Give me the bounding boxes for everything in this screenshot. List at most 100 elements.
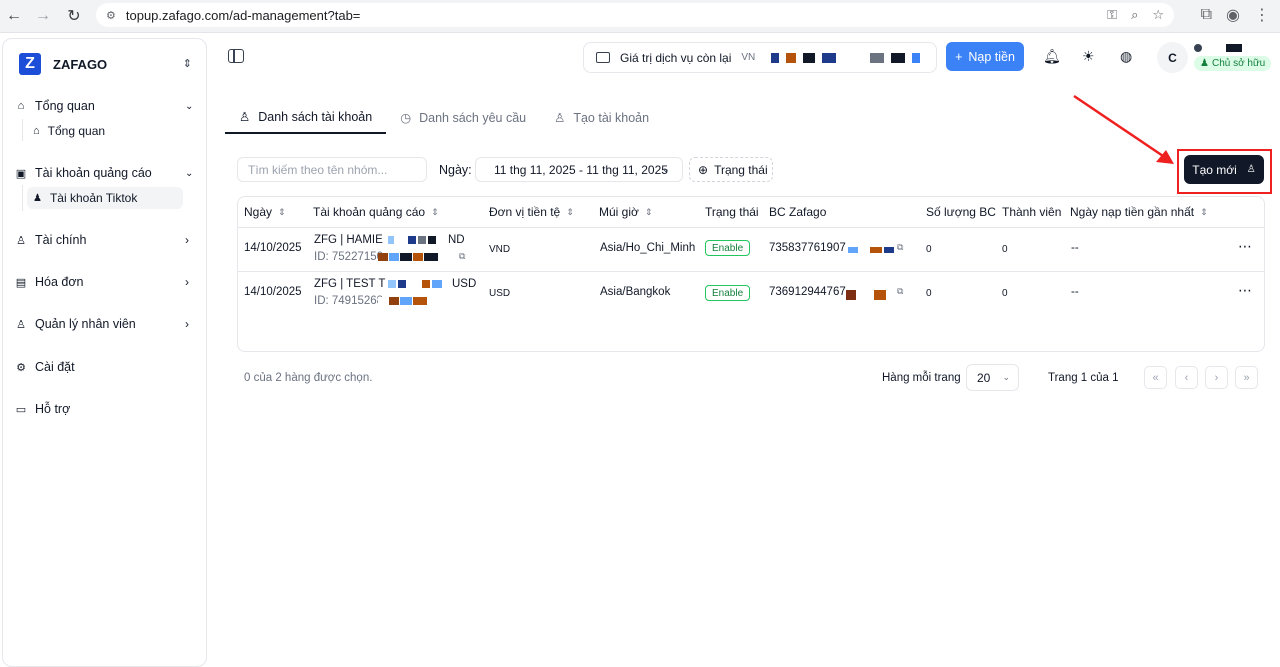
cell-bc-count: 0 — [926, 288, 932, 299]
back-icon[interactable]: ← — [0, 2, 28, 30]
box-icon: ▣ — [15, 167, 27, 180]
redacted-bc — [848, 247, 894, 253]
accounts-table: Ngày ⇕ Tài khoản quảng cáo ⇕ Đơn vị tiền t… — [237, 196, 1265, 352]
col-header-currency[interactable]: Đơn vị tiền tệ ⇕ — [489, 205, 574, 219]
redacted-account-id — [378, 297, 427, 305]
chevron-right-icon: › — [185, 317, 189, 331]
sidebar-item-support[interactable]: ▭ Hỗ trợ — [15, 402, 71, 416]
wallet-icon — [596, 52, 610, 63]
cell-members: 0 — [1002, 244, 1008, 255]
status-filter-button[interactable]: ⊕ Trạng thái — [689, 157, 773, 182]
receipt-icon: ▤ — [15, 276, 27, 289]
redacted-account-id — [378, 253, 438, 261]
home-icon: ⌂ — [17, 100, 25, 112]
page-indicator: Trang 1 của 1 — [1048, 372, 1119, 384]
bell-icon[interactable]: 🔔︎ — [1043, 48, 1061, 65]
wallet-icon: ♙ — [16, 234, 26, 247]
browser-toolbar: ← → ↻ ⚙ topup.zafago.com/ad-management?t… — [0, 0, 1280, 33]
extensions-icon[interactable]: ⧉ — [1201, 6, 1212, 24]
brand-switcher[interactable]: Z ZAFAGO ⇕ — [3, 39, 206, 89]
site-settings-icon[interactable]: ⚙ — [106, 9, 116, 22]
sidebar-item-overview[interactable]: ⌂ Tổng quan ⌄ — [15, 99, 195, 113]
chevron-right-icon: › — [185, 233, 189, 247]
sidebar-item-settings[interactable]: ⚙ Cài đặt — [15, 360, 75, 374]
sidebar-item-label: Cài đặt — [35, 360, 75, 374]
create-new-button[interactable]: Tạo mới ♙ — [1184, 155, 1264, 184]
cell-timezone: Asia/Ho_Chi_Minh — [600, 242, 696, 254]
user-cog-icon: ♙ — [16, 318, 26, 331]
nav-divider — [22, 119, 23, 141]
topup-label: Nạp tiền — [968, 49, 1015, 64]
menu-icon[interactable]: ⋮ — [1254, 5, 1270, 25]
sidebar-item-label: Tổng quan — [35, 99, 95, 113]
rows-per-page-select[interactable]: 20 ⌄ — [966, 364, 1019, 391]
copy-icon[interactable]: ⧉ — [897, 242, 903, 253]
profile-icon[interactable]: ◉ — [1226, 5, 1240, 25]
tab-account-list[interactable]: ♙ Danh sách tài khoản — [225, 101, 387, 134]
sidebar-toggle-icon[interactable] — [228, 49, 244, 63]
reload-icon[interactable]: ↻ — [60, 2, 88, 30]
message-icon: ▭ — [15, 403, 27, 416]
redacted-account — [388, 280, 442, 288]
sidebar-subitem-overview[interactable]: ⌂ Tổng quan — [33, 124, 105, 138]
nav-divider — [22, 185, 23, 211]
tab-request-list[interactable]: ◷ Danh sách yêu cầu — [386, 101, 540, 134]
cell-members: 0 — [1002, 288, 1008, 299]
address-bar[interactable]: ⚙ topup.zafago.com/ad-management?tab= ⚿ … — [96, 3, 1174, 27]
zoom-icon[interactable]: ⌕ — [1131, 7, 1138, 23]
chevron-down-icon: ⌄ — [185, 100, 194, 112]
tab-create-account[interactable]: ♙ Tạo tài khoản — [540, 101, 663, 134]
prev-page-button[interactable]: ‹ — [1175, 366, 1198, 389]
first-page-button[interactable]: « — [1144, 366, 1167, 389]
copy-icon[interactable]: ⧉ — [459, 251, 465, 262]
brand-logo: Z — [19, 53, 41, 75]
sort-icon: ⇕ — [278, 206, 286, 217]
topup-button[interactable]: + Nạp tiền — [946, 42, 1024, 71]
selected-count: 0 của 2 hàng được chọn. — [244, 372, 373, 384]
key-icon[interactable]: ⚿ — [1107, 7, 1117, 23]
users-icon: ♟ — [1200, 58, 1209, 69]
globe-icon[interactable]: ◍ — [1120, 48, 1132, 65]
col-header-account[interactable]: Tài khoản quảng cáo ⇕ — [313, 205, 439, 219]
row-divider — [238, 271, 1264, 272]
sidebar-item-staff[interactable]: ♙ Quản lý nhân viên › — [15, 317, 195, 331]
last-page-button[interactable]: » — [1235, 366, 1258, 389]
sidebar-item-label: Tài chính — [35, 233, 87, 247]
redacted-bc — [846, 290, 886, 300]
col-header-timezone[interactable]: Múi giờ ⇕ — [599, 205, 652, 219]
cell-date: 14/10/2025 — [244, 242, 302, 254]
home-icon: ⌂ — [33, 125, 40, 137]
star-icon[interactable]: ☆ — [1152, 7, 1164, 23]
more-actions-icon[interactable]: ⋯ — [1238, 238, 1253, 255]
avatar[interactable]: C — [1157, 42, 1188, 73]
cell-bc: 735837761907 — [769, 242, 846, 254]
sidebar-item-label: Hóa đơn — [35, 275, 84, 289]
user-plus-icon: ♙ — [554, 111, 566, 125]
copy-icon[interactable]: ⧉ — [897, 286, 903, 297]
sidebar-item-ad-accounts[interactable]: ▣ Tài khoản quảng cáo ⌄ — [15, 166, 195, 180]
forward-icon[interactable]: → — [29, 2, 57, 30]
chevron-down-icon: ⌄ — [661, 164, 670, 175]
sidebar-subitem-label: Tổng quan — [47, 124, 106, 138]
sidebar-item-finance[interactable]: ♙ Tài chính › — [15, 233, 195, 247]
sidebar-item-invoices[interactable]: ▤ Hóa đơn › — [15, 275, 195, 289]
chevron-down-icon: ⌄ — [1002, 372, 1010, 382]
cell-account-id: ID: 75227150 — [314, 251, 384, 263]
balance-label: Giá trị dịch vụ còn lại — [620, 50, 732, 65]
more-actions-icon[interactable]: ⋯ — [1238, 282, 1253, 299]
sort-icon: ⇕ — [566, 206, 574, 217]
date-range-picker[interactable]: 11 thg 11, 2025 - 11 thg 11, 2025 ⌄ — [475, 157, 683, 182]
next-page-button[interactable]: › — [1205, 366, 1228, 389]
search-input[interactable] — [237, 157, 427, 182]
user-icon: ♙ — [239, 110, 251, 124]
cell-account-suffix: ND — [448, 234, 465, 246]
date-label: Ngày: — [439, 163, 472, 177]
brand-name: ZAFAGO — [53, 56, 108, 72]
sun-icon[interactable]: ☀ — [1082, 48, 1095, 65]
sidebar-subitem-tiktok[interactable]: ♟ Tài khoản Tiktok — [33, 191, 137, 205]
chevron-down-icon: ⌄ — [185, 167, 194, 179]
redacted-account — [388, 236, 436, 244]
cell-bc-count: 0 — [926, 244, 932, 255]
col-header-date[interactable]: Ngày ⇕ — [244, 205, 286, 219]
col-header-last-topup[interactable]: Ngày nạp tiền gần nhất ⇕ — [1070, 205, 1208, 219]
